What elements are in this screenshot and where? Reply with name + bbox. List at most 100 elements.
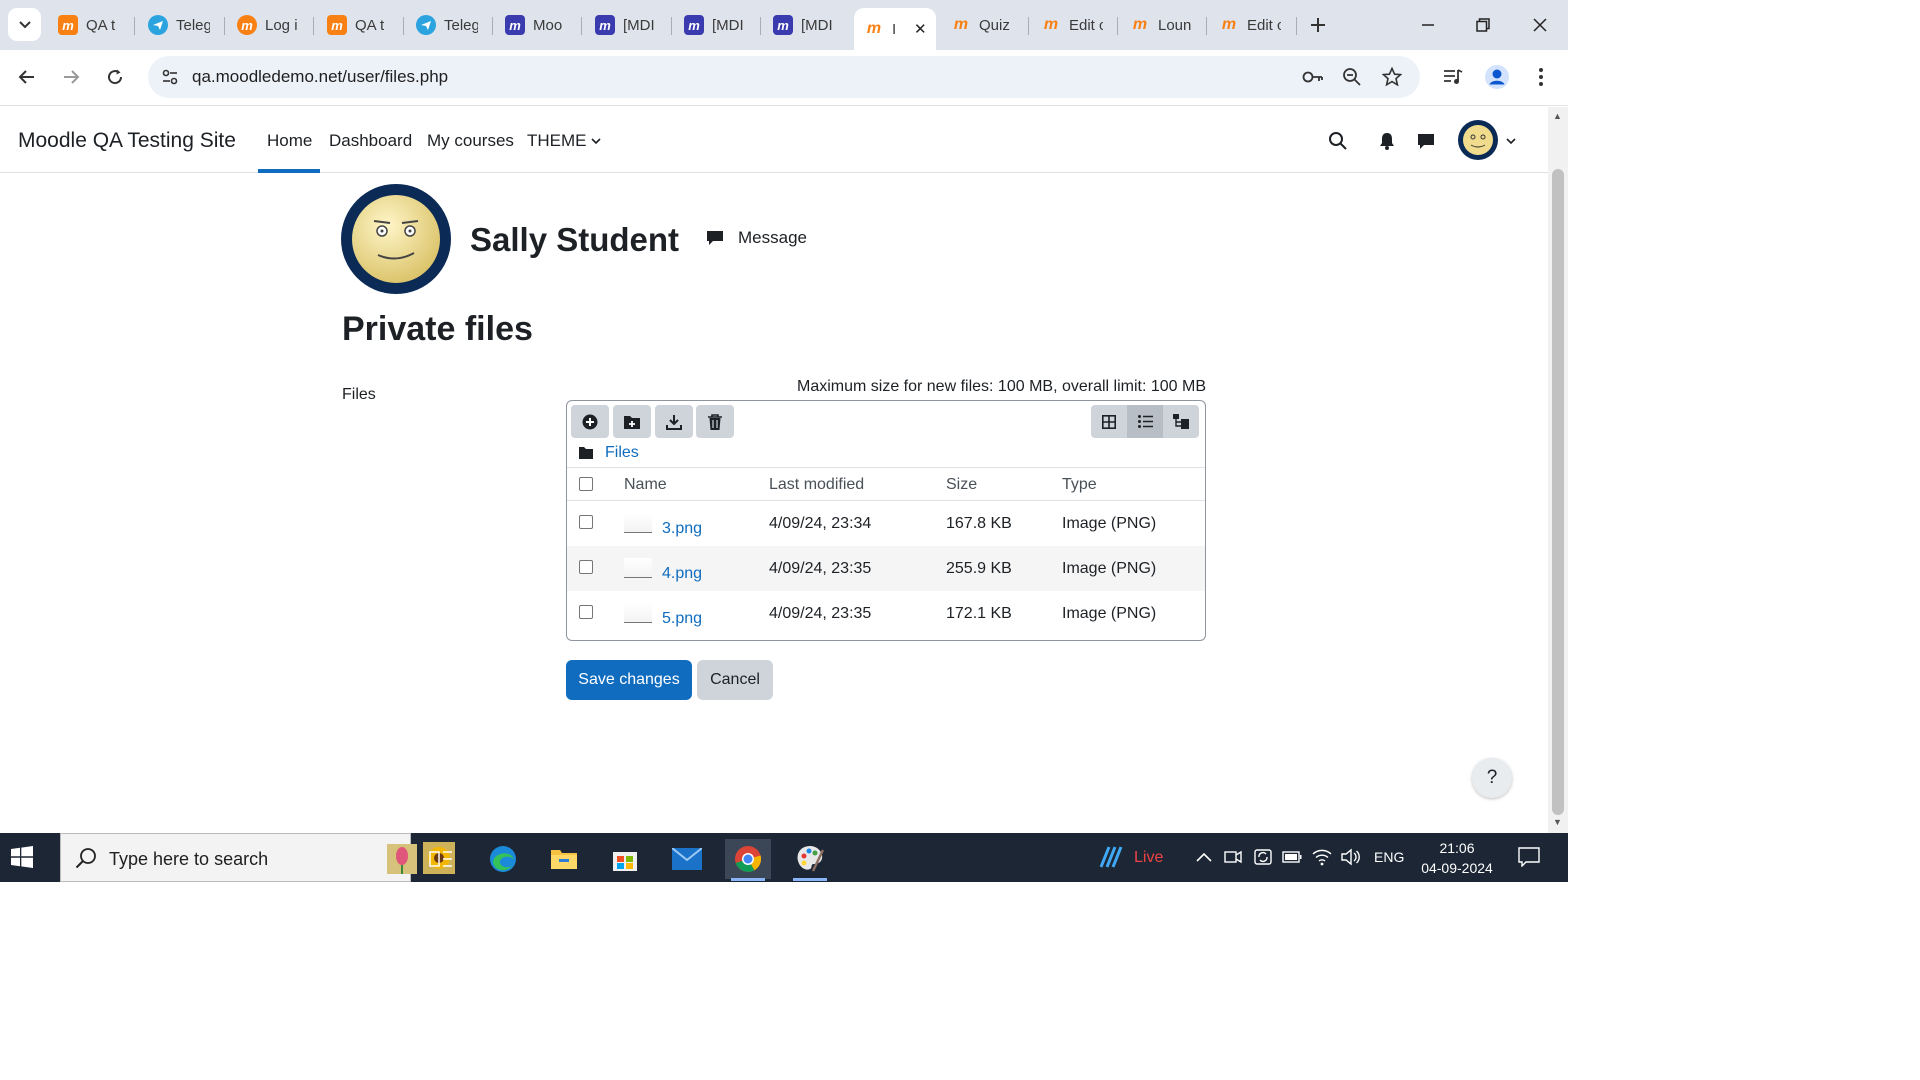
row-checkbox[interactable] bbox=[579, 605, 593, 619]
scroll-down-arrow[interactable]: ▼ bbox=[1553, 817, 1562, 827]
add-file-button[interactable] bbox=[571, 405, 609, 438]
view-icons-button[interactable] bbox=[1091, 405, 1127, 438]
volume-icon[interactable] bbox=[1340, 847, 1360, 867]
input-language[interactable]: ENG bbox=[1374, 849, 1404, 865]
bookmark-star-icon[interactable] bbox=[1380, 65, 1404, 89]
site-brand[interactable]: Moodle QA Testing Site bbox=[18, 129, 236, 153]
delete-button[interactable] bbox=[696, 405, 734, 438]
meet-now-icon[interactable] bbox=[1223, 847, 1243, 867]
profile-picture bbox=[341, 184, 451, 294]
nav-home[interactable]: Home bbox=[267, 131, 312, 151]
system-clock[interactable]: 21:06 04-09-2024 bbox=[1418, 838, 1496, 878]
taskbar-store[interactable] bbox=[602, 839, 648, 879]
column-type[interactable]: Type bbox=[1062, 476, 1097, 494]
image-thumbnail-icon[interactable] bbox=[624, 513, 652, 533]
taskbar-chrome[interactable] bbox=[725, 839, 771, 881]
scroll-up-arrow[interactable]: ▲ bbox=[1553, 111, 1562, 121]
forward-button[interactable] bbox=[56, 62, 86, 92]
taskbar-search-box[interactable]: Type here to search bbox=[60, 833, 455, 882]
url-text[interactable]: qa.moodledemo.net/user/files.php bbox=[192, 67, 448, 87]
browser-tab[interactable]: m Log i bbox=[227, 8, 317, 42]
select-all-checkbox[interactable] bbox=[579, 477, 593, 491]
tab-title: [MDI bbox=[623, 16, 655, 34]
browser-tab[interactable]: m Edit c bbox=[1209, 8, 1299, 42]
minimize-button[interactable] bbox=[1413, 10, 1443, 40]
site-info-icon[interactable] bbox=[160, 67, 180, 87]
bell-icon[interactable] bbox=[1375, 129, 1399, 153]
table-row[interactable]: 4.png 4/09/24, 23:35 255.9 KB Image (PNG… bbox=[567, 546, 1205, 591]
browser-tab[interactable]: m Moo bbox=[495, 8, 585, 42]
tab-title: I bbox=[892, 20, 897, 38]
browser-tab[interactable]: m [MDI bbox=[585, 8, 675, 42]
browser-tab-active[interactable]: m I ✕ bbox=[854, 8, 936, 50]
battery-icon[interactable] bbox=[1282, 847, 1302, 867]
taskbar-file-explorer[interactable] bbox=[541, 839, 587, 879]
file-name-link[interactable]: 5.png bbox=[662, 610, 702, 628]
restore-button[interactable] bbox=[1468, 10, 1498, 40]
image-thumbnail-icon[interactable] bbox=[624, 558, 652, 578]
column-name[interactable]: Name bbox=[624, 476, 667, 494]
row-checkbox[interactable] bbox=[579, 560, 593, 574]
browser-tab[interactable]: m QA t bbox=[317, 8, 407, 42]
zoom-icon[interactable] bbox=[1340, 65, 1364, 89]
browser-tab[interactable]: m Quiz bbox=[941, 8, 1031, 42]
cricket-live-icon[interactable] bbox=[1098, 846, 1124, 868]
address-bar[interactable]: qa.moodledemo.net/user/files.php bbox=[148, 56, 1420, 98]
browser-tab[interactable]: m [MDI bbox=[674, 8, 764, 42]
row-checkbox[interactable] bbox=[579, 515, 593, 529]
tab-search-button[interactable] bbox=[8, 8, 41, 41]
create-folder-button[interactable] bbox=[613, 405, 651, 438]
file-name-link[interactable]: 3.png bbox=[662, 520, 702, 538]
help-button[interactable]: ? bbox=[1472, 758, 1512, 798]
list-icon bbox=[1137, 415, 1153, 428]
task-view-button[interactable] bbox=[418, 839, 464, 879]
user-menu-chevron-icon[interactable] bbox=[1499, 129, 1523, 153]
notifications-icon[interactable] bbox=[1517, 847, 1541, 867]
page-scrollbar[interactable]: ▲ ▼ bbox=[1548, 107, 1568, 833]
view-tree-button[interactable] bbox=[1163, 405, 1199, 438]
browser-tab[interactable]: Teleg bbox=[138, 8, 228, 42]
close-tab-icon[interactable]: ✕ bbox=[914, 20, 927, 38]
reload-button[interactable] bbox=[100, 62, 130, 92]
show-hidden-icons-icon[interactable] bbox=[1194, 847, 1214, 867]
scrollbar-thumb[interactable] bbox=[1552, 169, 1564, 815]
file-name-link[interactable]: 4.png bbox=[662, 565, 702, 583]
table-row[interactable]: 5.png 4/09/24, 23:35 172.1 KB Image (PNG… bbox=[567, 591, 1205, 636]
start-button[interactable] bbox=[10, 845, 34, 869]
cancel-button[interactable]: Cancel bbox=[697, 660, 773, 700]
taskbar-mail[interactable] bbox=[664, 839, 710, 879]
browser-tab[interactable]: m [MDI bbox=[763, 8, 853, 42]
browser-tab[interactable]: Teleg bbox=[406, 8, 496, 42]
sync-icon[interactable] bbox=[1253, 847, 1273, 867]
table-row[interactable]: 3.png 4/09/24, 23:34 167.8 KB Image (PNG… bbox=[567, 501, 1205, 546]
image-thumbnail-icon[interactable] bbox=[624, 603, 652, 623]
back-button[interactable] bbox=[12, 62, 42, 92]
media-control-icon[interactable] bbox=[1438, 62, 1468, 92]
taskbar-paint[interactable] bbox=[787, 839, 833, 881]
save-changes-button[interactable]: Save changes bbox=[566, 660, 692, 700]
live-label[interactable]: Live bbox=[1134, 849, 1163, 867]
taskbar-edge[interactable] bbox=[480, 839, 526, 879]
breadcrumb-files-link[interactable]: Files bbox=[605, 444, 639, 462]
column-size[interactable]: Size bbox=[946, 476, 977, 494]
profile-icon[interactable] bbox=[1482, 62, 1512, 92]
wifi-icon[interactable] bbox=[1312, 847, 1332, 867]
search-icon[interactable] bbox=[1326, 129, 1350, 153]
download-button[interactable] bbox=[655, 405, 693, 438]
close-window-button[interactable] bbox=[1525, 10, 1555, 40]
view-list-button[interactable] bbox=[1127, 405, 1163, 438]
user-menu-avatar[interactable] bbox=[1458, 120, 1498, 160]
nav-dashboard[interactable]: Dashboard bbox=[329, 131, 412, 151]
browser-tab[interactable]: m Loun bbox=[1120, 8, 1210, 42]
password-key-icon[interactable] bbox=[1301, 65, 1325, 89]
column-last-modified[interactable]: Last modified bbox=[769, 476, 864, 494]
folder-icon bbox=[579, 447, 593, 459]
nav-my-courses[interactable]: My courses bbox=[427, 131, 514, 151]
new-tab-button[interactable] bbox=[1305, 12, 1331, 38]
browser-tab[interactable]: m QA t bbox=[48, 8, 138, 42]
kebab-menu-icon[interactable] bbox=[1526, 62, 1556, 92]
message-button[interactable]: Message bbox=[706, 228, 807, 248]
browser-tab[interactable]: m Edit c bbox=[1031, 8, 1121, 42]
nav-theme-dropdown[interactable]: THEME bbox=[527, 131, 601, 151]
messages-icon[interactable] bbox=[1414, 129, 1438, 153]
